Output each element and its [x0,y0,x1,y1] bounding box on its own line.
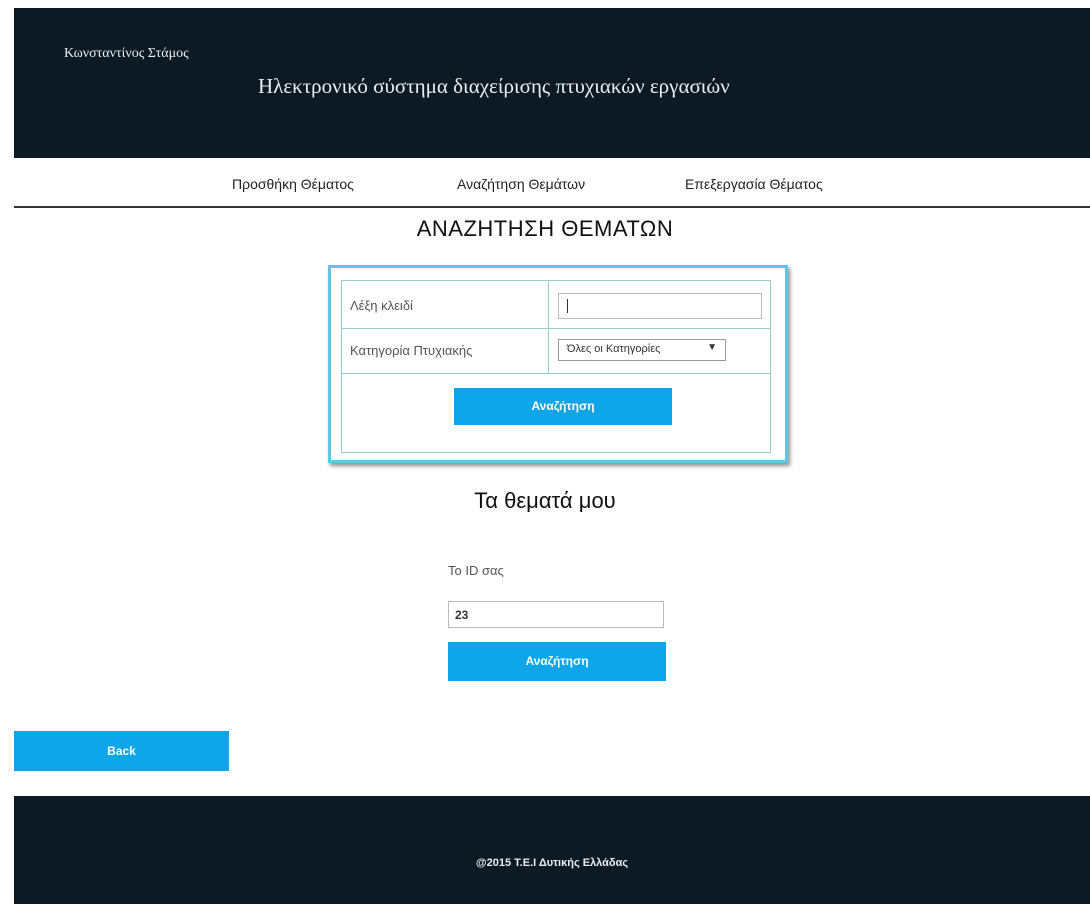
my-topics-heading: Τα θεματά μου [474,488,616,513]
row-divider [342,373,770,374]
site-title: Ηλεκτρονικό σύστημα διαχείρισης πτυχιακώ… [258,74,730,98]
back-button[interactable]: Back [14,731,229,771]
keyword-label: Λέξη κλειδί [350,298,413,313]
nav-item-add-topic[interactable]: Προσθήκη Θέματος [232,176,354,192]
search-panel: Λέξη κλειδί Κατηγορία Πτυχιακής Όλες οι … [328,265,788,463]
category-select[interactable]: Όλες οι Κατηγορίες ▼ [558,339,726,361]
user-name: Κωνσταντίνος Στάμος [64,46,189,61]
page-title: ΑΝΑΖΗΤΗΣΗ ΘΕΜΑΤΩΝ [416,216,674,241]
copyright-text: @2015 Τ.Ε.Ι Δυτικής Ελλάδας [475,857,629,869]
column-divider [548,281,549,373]
category-label: Κατηγορία Πτυχιακής [350,343,473,358]
text-caret [567,299,568,313]
id-label: Το ID σας [448,563,504,578]
keyword-search-button[interactable]: Αναζήτηση [454,388,672,425]
keyword-input[interactable] [558,293,762,319]
nav-item-search-topics[interactable]: Αναζήτηση Θεμάτων [457,176,585,192]
id-input[interactable]: 23 [448,601,664,628]
search-form-table: Λέξη κλειδί Κατηγορία Πτυχιακής Όλες οι … [341,280,771,453]
category-selected-value: Όλες οι Κατηγορίες [567,343,661,355]
row-divider [342,328,770,329]
dropdown-arrow-icon: ▼ [707,342,717,353]
header: Κωνσταντίνος Στάμος Ηλεκτρονικό σύστημα … [14,8,1090,158]
footer: @2015 Τ.Ε.Ι Δυτικής Ελλάδας [14,796,1090,904]
nav-item-edit-topic[interactable]: Επεξεργασία Θέματος [685,176,823,192]
nav-bar: Προσθήκη Θέματος Αναζήτηση Θεμάτων Επεξε… [14,158,1090,208]
id-search-button[interactable]: Αναζήτηση [448,642,666,681]
